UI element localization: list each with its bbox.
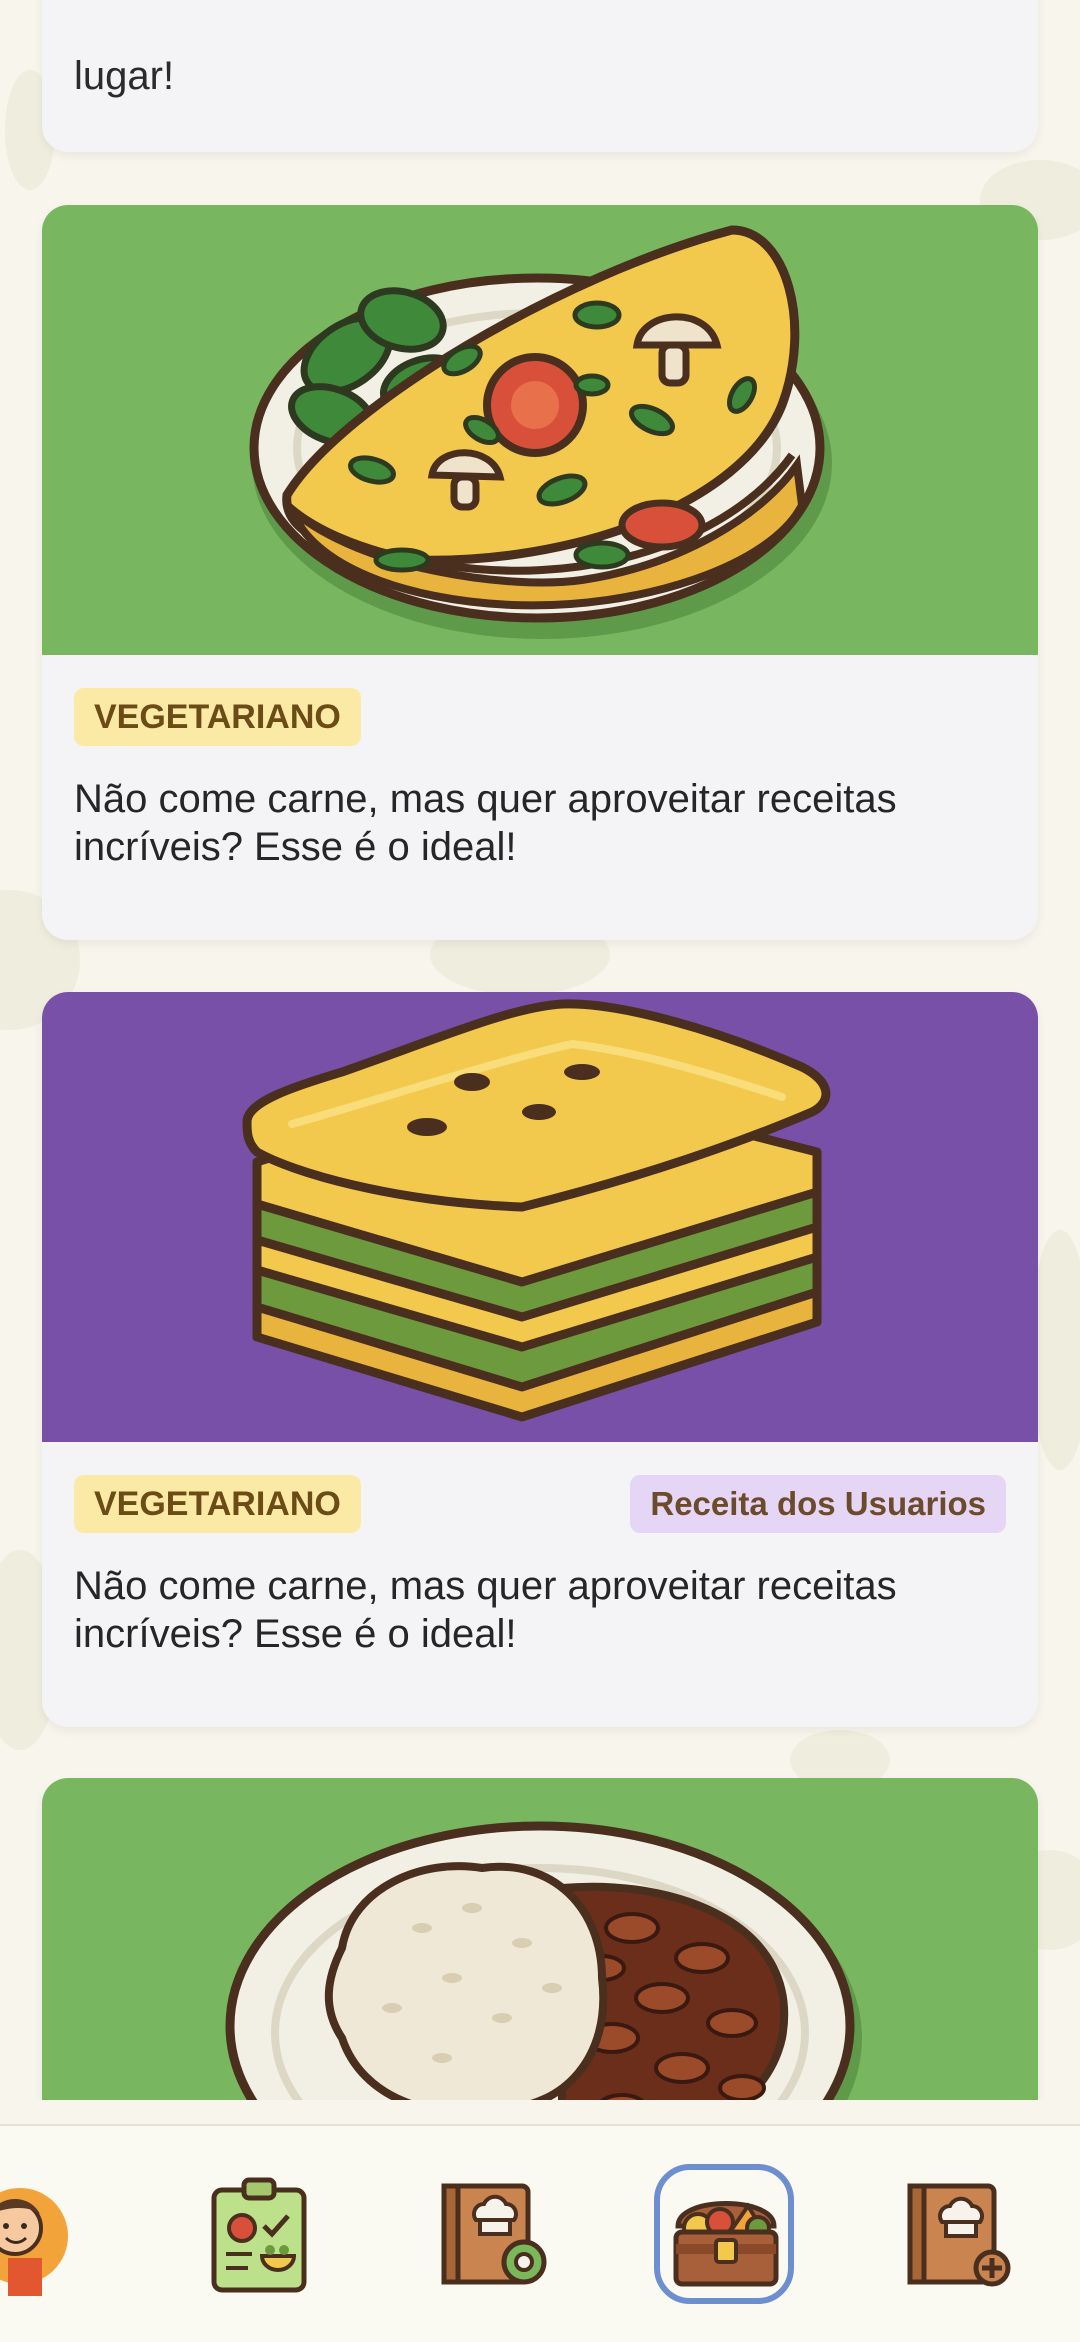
vegetarian-tag: VEGETARIANO	[74, 688, 361, 746]
food-treasure-chest-icon[interactable]	[654, 2164, 794, 2304]
recipe-card-omelette[interactable]: VEGETARIANO Não come carne, mas quer apr…	[42, 205, 1038, 940]
recipe-card-lasagna[interactable]: VEGETARIANO Receita dos Usuarios Não com…	[42, 992, 1038, 1727]
recipe-feed[interactable]: lugar! VEGETARIANO Não come carne, mas q…	[0, 0, 1080, 2100]
recipe-card-rice-and-beans[interactable]	[42, 1778, 1038, 2100]
lasagna-illustration	[42, 992, 1038, 1442]
recipe-book-settings-icon[interactable]	[438, 2176, 558, 2296]
profile-avatar-icon[interactable]	[0, 2176, 110, 2296]
user-recipe-badge: Receita dos Usuarios	[630, 1475, 1006, 1533]
add-recipe-book-icon[interactable]	[900, 2176, 1020, 2296]
vegetarian-tag: VEGETARIANO	[74, 1475, 361, 1533]
card-description: lugar!	[74, 54, 175, 98]
card-description: Não come carne, mas quer aproveitar rece…	[74, 777, 897, 869]
meal-plan-checklist-icon[interactable]	[200, 2176, 320, 2296]
bottom-navigation	[0, 2124, 1080, 2342]
rice-and-beans-illustration	[42, 1778, 1038, 2100]
card-description: Não come carne, mas quer aproveitar rece…	[74, 1564, 897, 1656]
omelette-illustration	[42, 205, 1038, 655]
recipe-card-previous[interactable]: lugar!	[42, 0, 1038, 152]
